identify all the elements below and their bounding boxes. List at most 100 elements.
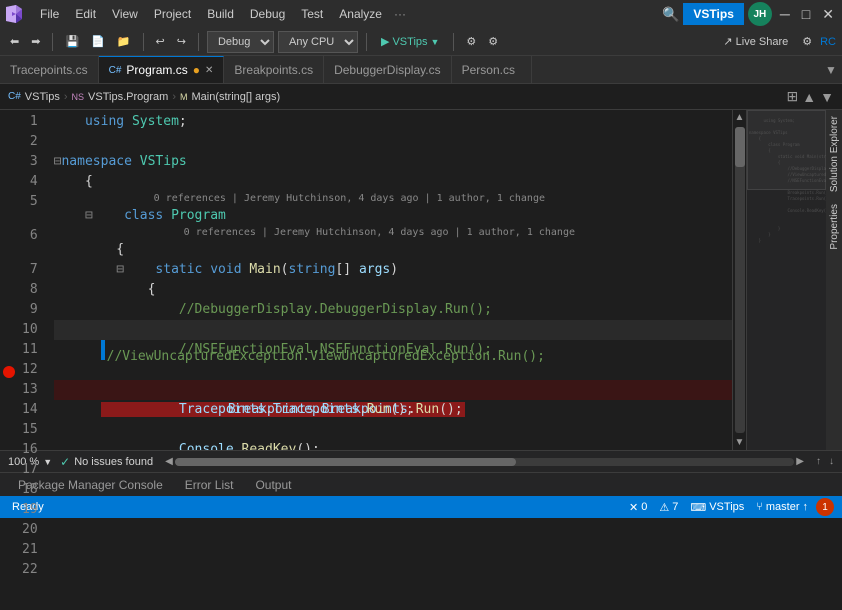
run-label: VSTips — [392, 36, 427, 48]
git-branch-item[interactable]: ⑂ master ↑ — [752, 501, 812, 513]
bottom-tabs: Package Manager Console Error List Outpu… — [0, 472, 842, 496]
add-btn[interactable]: 📄 — [87, 33, 109, 50]
code-line-14: Tracepoints.Tracepoints.Run(); — [54, 400, 732, 420]
run-btn[interactable]: ▶ VSTips ▼ — [375, 33, 445, 50]
code-line-4: { — [54, 172, 732, 192]
save-btn[interactable]: 💾 — [61, 33, 83, 50]
tab-person[interactable]: Person.cs — [452, 56, 532, 83]
hscroll-track[interactable] — [175, 458, 795, 466]
hscroll-thumb[interactable] — [175, 458, 516, 466]
search-icon[interactable]: 🔍 — [662, 6, 679, 23]
menu-file[interactable]: File — [32, 3, 67, 25]
minimap-viewport — [747, 110, 826, 190]
tab-debuggerdisplay[interactable]: DebuggerDisplay.cs — [324, 56, 452, 83]
breadcrumb-method-icon: M — [180, 92, 188, 102]
menu-project[interactable]: Project — [146, 3, 199, 25]
code-editor[interactable]: using System; ⊟namespace VSTips { 0 refe… — [46, 110, 732, 450]
feedback-btn[interactable]: ⚙ — [484, 33, 502, 50]
breadcrumb-sep2: › — [172, 91, 176, 103]
solution-explorer-btn[interactable]: Solution Explorer — [827, 110, 842, 198]
git-icon: ⑂ — [756, 501, 763, 513]
no-issues-item[interactable]: ✓ No issues found — [60, 455, 153, 469]
toolbar-extra-btn[interactable]: ⚙ — [798, 33, 816, 50]
menu-more[interactable]: ··· — [390, 7, 410, 21]
tab-tracepoints[interactable]: Tracepoints.cs — [0, 56, 99, 83]
menu-bar: File Edit View Project Build Debug Test … — [0, 0, 842, 28]
cursor-up-btn[interactable]: ↑ — [816, 456, 821, 467]
menu-debug[interactable]: Debug — [242, 3, 293, 25]
warnings-count: 7 — [672, 501, 678, 513]
tab-close-icon[interactable]: ✕ — [205, 65, 213, 76]
error-icon: ✕ — [629, 501, 638, 514]
breadcrumb-method[interactable]: Main(string[] args) — [192, 91, 281, 103]
close-btn[interactable]: ✕ — [818, 4, 838, 25]
menu-view[interactable]: View — [104, 3, 146, 25]
scrollbar-thumb[interactable] — [735, 127, 745, 167]
user-avatar[interactable]: JH — [748, 2, 772, 26]
minimize-btn[interactable]: ─ — [776, 4, 794, 24]
git-branch-label: master — [766, 501, 800, 513]
menu-analyze[interactable]: Analyze — [331, 3, 390, 25]
file-icon: C# — [109, 65, 122, 76]
open-btn[interactable]: 📁 — [113, 33, 135, 50]
code-line-10: //ViewUncapturedException.ViewUncaptured… — [54, 320, 732, 340]
hscroll-right-btn[interactable]: ▶ — [796, 456, 804, 467]
breadcrumb-namespace[interactable]: VSTips.Program — [88, 91, 168, 103]
menu-edit[interactable]: Edit — [67, 3, 104, 25]
warnings-item[interactable]: ⚠ 7 — [655, 501, 682, 514]
notification-count: 1 — [822, 502, 828, 513]
code-line-15 — [54, 420, 732, 440]
tab-debuggerdisplay-label: DebuggerDisplay.cs — [334, 63, 441, 77]
vstips-label: VSTips — [709, 501, 744, 513]
back-btn[interactable]: ⬅ — [6, 33, 23, 50]
live-share-icon: ↗ — [723, 35, 732, 48]
errors-item[interactable]: ✕ 0 — [625, 501, 651, 514]
split-editor-btn[interactable]: ⊞ — [787, 88, 799, 105]
minimap: using System; namespace VSTips { class P… — [746, 110, 826, 450]
run-icon: ▶ — [381, 35, 389, 48]
cursor-down-btn[interactable]: ↓ — [829, 456, 834, 467]
platform-dropdown[interactable]: Any CPU — [278, 31, 358, 53]
forward-btn[interactable]: ➡ — [27, 33, 44, 50]
tab-program[interactable]: C# Program.cs ● ✕ — [99, 56, 225, 83]
hscroll-left-btn[interactable]: ◀ — [165, 456, 173, 467]
properties-btn[interactable]: Properties — [827, 198, 842, 256]
breadcrumb-project[interactable]: VSTips — [25, 91, 60, 103]
horizontal-scrollbar[interactable]: ◀ ▶ — [165, 456, 804, 467]
rc-btn[interactable]: RC — [820, 36, 836, 48]
collapse-btn[interactable]: ▲ — [802, 89, 816, 105]
maximize-btn[interactable]: □ — [798, 4, 814, 24]
code-line-6: { — [54, 240, 732, 260]
settings-btn[interactable]: ⚙ — [462, 33, 480, 50]
expand-btn[interactable]: ▼ — [820, 89, 834, 105]
tab-error-list[interactable]: Error List — [175, 476, 244, 494]
code-line-5: ⊟ class Program — [54, 206, 732, 226]
undo-btn[interactable]: ↩ — [152, 33, 169, 50]
debug-config-dropdown[interactable]: Debug — [207, 31, 274, 53]
vertical-scrollbar[interactable]: ▲ ▼ — [732, 110, 746, 450]
sep1 — [52, 33, 53, 51]
breadcrumb-ns-icon: NS — [72, 92, 85, 102]
tabs-overflow-btn[interactable]: ▼ — [820, 56, 842, 83]
scroll-up-btn[interactable]: ▲ — [733, 110, 747, 125]
code-line-2 — [54, 132, 732, 152]
codelens-class: 0 references | Jeremy Hutchinson, 4 days… — [54, 192, 732, 206]
menu-test[interactable]: Test — [293, 3, 331, 25]
warning-icon: ⚠ — [659, 501, 669, 514]
vstips-title-btn[interactable]: VSTips — [683, 3, 743, 25]
scrollbar-track[interactable] — [735, 127, 745, 433]
vstips-status[interactable]: ⌨ VSTips — [686, 501, 748, 514]
tab-breakpoints-label: Breakpoints.cs — [234, 63, 313, 77]
code-line-1: using System; — [54, 112, 732, 132]
tab-breakpoints[interactable]: Breakpoints.cs — [224, 56, 324, 83]
live-share-btn[interactable]: ↗ Live Share — [717, 33, 794, 50]
tab-output[interactable]: Output — [245, 476, 301, 494]
scroll-down-btn[interactable]: ▼ — [733, 435, 747, 450]
menu-build[interactable]: Build — [199, 3, 242, 25]
tab-dirty-indicator: ● — [193, 63, 200, 77]
notification-item[interactable]: 1 — [816, 498, 834, 516]
codelens-main: 0 references | Jeremy Hutchinson, 4 days… — [54, 226, 732, 240]
code-line-8: { — [54, 280, 732, 300]
redo-btn[interactable]: ↪ — [173, 33, 190, 50]
zoom-dropdown-icon: ▼ — [43, 457, 52, 467]
